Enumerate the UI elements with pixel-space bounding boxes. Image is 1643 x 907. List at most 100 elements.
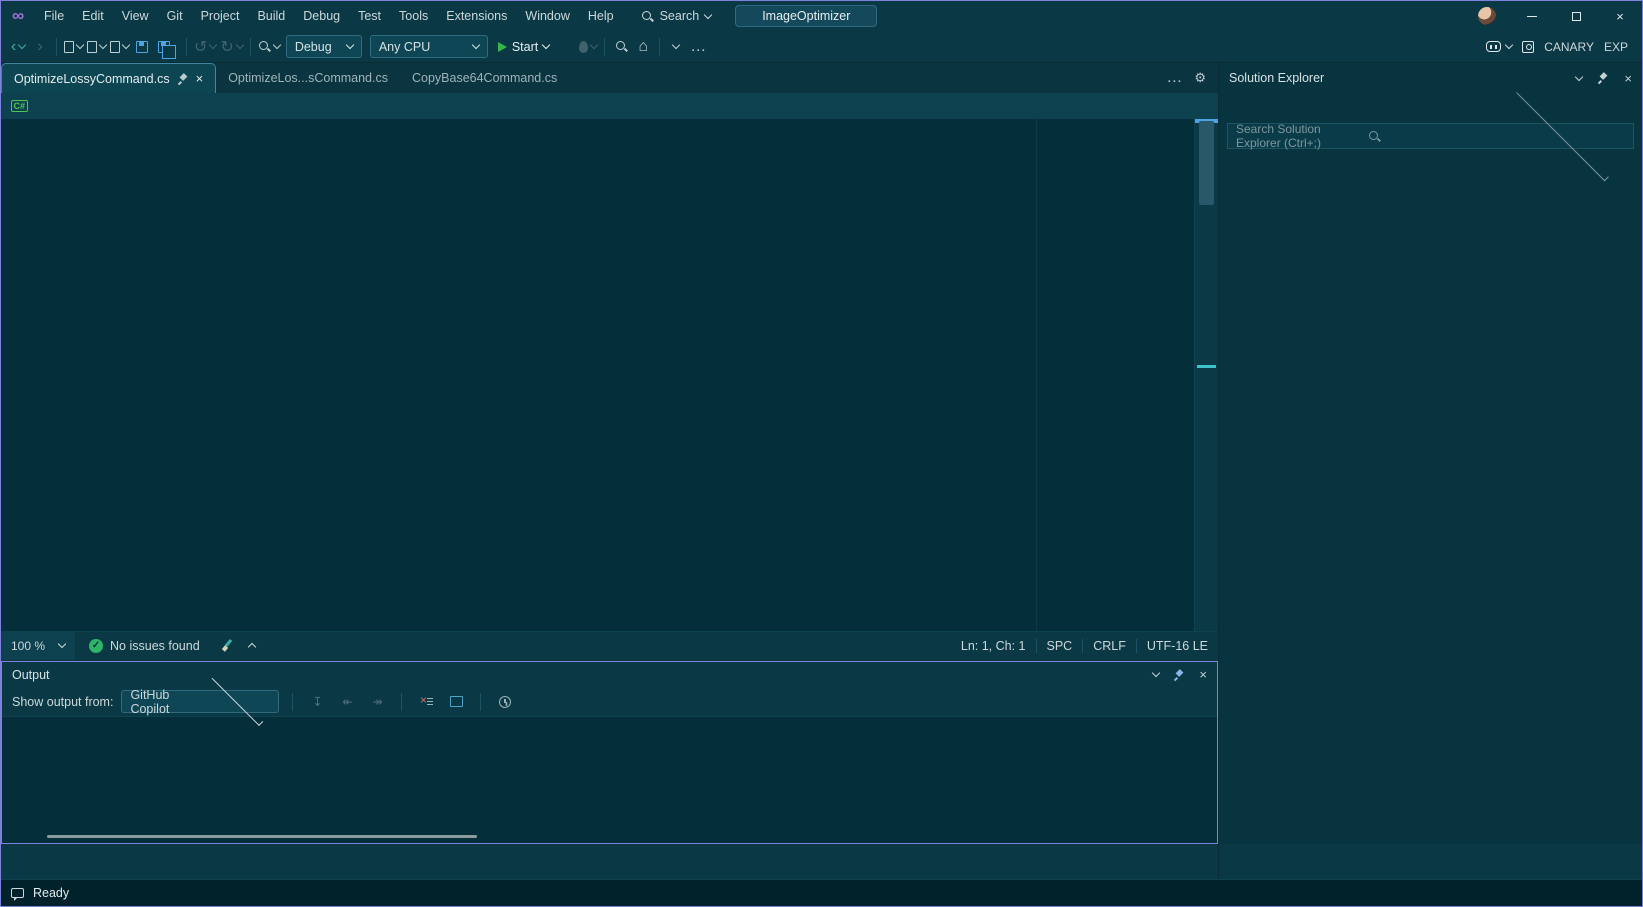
flame-button[interactable] [577, 35, 599, 59]
tab-label: OptimizeLossyCommand.cs [14, 72, 170, 86]
menu-item-debug[interactable]: Debug [294, 1, 349, 31]
copilot-button[interactable] [1486, 41, 1512, 52]
search-code-button[interactable] [256, 35, 282, 59]
main-toolbar: ‹› ↺ ↻ Debug Any CPU Start ⌂ … CANARY EXP [1, 31, 1642, 63]
menu-item-window[interactable]: Window [516, 1, 578, 31]
chevron-down-icon[interactable] [1575, 72, 1583, 80]
right-panel-tabs [1219, 844, 1642, 879]
close-icon[interactable]: × [1199, 668, 1207, 681]
editor-tab-copybase64command-cs[interactable]: CopyBase64Command.cs [400, 63, 569, 93]
search-placeholder: Search Solution Explorer (Ctrl+;) [1236, 122, 1360, 150]
show-output-from-label: Show output from: [12, 695, 113, 709]
menu-item-file[interactable]: File [35, 1, 73, 31]
find-in-files-icon [615, 40, 628, 53]
line-ending[interactable]: CRLF [1083, 639, 1136, 653]
menu-item-tools[interactable]: Tools [390, 1, 437, 31]
flame-icon [579, 41, 588, 53]
feedback-icon[interactable] [1522, 41, 1534, 53]
close-icon[interactable]: × [1624, 72, 1632, 85]
open-file-button[interactable] [85, 35, 108, 59]
save-all-button[interactable] [153, 35, 175, 59]
output-source-value: GitHub Copilot [130, 688, 196, 716]
debug-configuration-dropdown[interactable]: Debug [286, 35, 362, 58]
clear-all-icon[interactable] [415, 696, 437, 708]
breadcrumb-0[interactable]: C# [1, 93, 1218, 119]
find-in-files-button[interactable] [610, 35, 632, 59]
encoding[interactable]: UTF-16 LE [1137, 639, 1218, 653]
next-message-icon[interactable]: ↠ [366, 694, 388, 709]
indentation-mode[interactable]: SPC [1037, 639, 1083, 653]
new-file-button[interactable] [62, 35, 85, 59]
timestamp-icon[interactable] [494, 696, 516, 708]
play-outline-button[interactable] [555, 35, 577, 59]
home-window-button[interactable]: ⌂ [632, 35, 654, 59]
menu-item-git[interactable]: Git [158, 1, 192, 31]
keep-open-pin-icon[interactable] [177, 73, 189, 85]
toolbar-separator [186, 38, 187, 56]
nav-back-button[interactable]: ‹ [7, 35, 29, 59]
zoom-level: 100 % [11, 639, 45, 653]
tab-settings-gear-icon[interactable]: ⚙ [1194, 70, 1206, 86]
menu-item-test[interactable]: Test [349, 1, 390, 31]
undo-icon: ↺ [194, 37, 207, 57]
menu-item-edit[interactable]: Edit [73, 1, 113, 31]
toolbar-separator [56, 38, 57, 56]
feedback-bubble-icon[interactable] [11, 888, 24, 898]
menu-item-project[interactable]: Project [192, 1, 249, 31]
code-editor[interactable] [1, 119, 1218, 631]
new-file-icon [64, 41, 74, 53]
redo-button[interactable]: ↻ [218, 35, 244, 59]
zoom-dropdown[interactable]: 100 % [1, 632, 75, 660]
start-debug-button[interactable]: Start [492, 40, 555, 54]
pin-icon[interactable] [1173, 669, 1185, 681]
tab-overflow-ellipsis[interactable]: … [1166, 69, 1182, 87]
caret-position[interactable]: Ln: 1, Ch: 1 [951, 639, 1036, 653]
issues-status[interactable]: No issues found [110, 639, 200, 653]
pin-icon[interactable] [1597, 72, 1609, 84]
nav-forward-button[interactable]: › [29, 35, 51, 59]
menu-item-view[interactable]: View [113, 1, 158, 31]
window-title-box: ImageOptimizer [735, 5, 877, 27]
output-log[interactable] [2, 717, 1217, 831]
search-control[interactable]: Search [631, 9, 722, 23]
editor-status-bar: 100 % ✓ No issues found Ln: 1, Ch: 1 SPC… [1, 631, 1218, 659]
maximize-button[interactable] [1554, 1, 1598, 31]
menu-item-extensions[interactable]: Extensions [437, 1, 516, 31]
profile-badge-canary[interactable]: CANARY [1544, 40, 1594, 54]
editor-tab-optimizelossycommand-cs[interactable]: OptimizeLossyCommand.cs × [1, 63, 216, 93]
profile-badge-exp[interactable]: EXP [1604, 40, 1628, 54]
platform-dropdown[interactable]: Any CPU [370, 35, 488, 58]
new-item-button[interactable] [108, 35, 131, 59]
ready-status: Ready [33, 886, 69, 900]
chevron-down-button[interactable] [665, 35, 687, 59]
csharp-project-icon: C# [11, 100, 28, 112]
output-title-bar[interactable]: Output × [2, 662, 1217, 687]
code-cleanup-broom-icon[interactable] [222, 639, 235, 652]
prev-message-icon[interactable]: ↞ [336, 694, 358, 709]
user-avatar[interactable] [1478, 7, 1496, 25]
minimize-button[interactable] [1510, 1, 1554, 31]
save-button[interactable] [131, 35, 153, 59]
menu-item-build[interactable]: Build [248, 1, 294, 31]
chevron-up-icon[interactable] [247, 643, 255, 651]
close-button[interactable]: × [1598, 1, 1642, 31]
ellipsis-icon: … [690, 38, 706, 56]
tab-label: CopyBase64Command.cs [412, 71, 557, 85]
editor-tab-optimizelos---scommand-cs[interactable]: OptimizeLos...sCommand.cs [216, 63, 400, 93]
solution-explorer-header[interactable]: Solution Explorer × [1219, 63, 1642, 93]
output-horizontal-scrollbar[interactable] [2, 831, 1217, 843]
chevron-down-icon [472, 41, 480, 49]
close-tab-icon[interactable]: × [196, 72, 204, 85]
undo-button[interactable]: ↺ [192, 35, 218, 59]
ellipsis-button[interactable]: … [687, 35, 709, 59]
output-source-dropdown[interactable]: GitHub Copilot [121, 690, 279, 713]
chevron-down-icon[interactable] [1152, 669, 1160, 677]
editor-tab-row: OptimizeLossyCommand.cs × OptimizeLos...sC… [1, 63, 1218, 93]
chevron-down-icon [122, 41, 130, 49]
solution-explorer-search[interactable]: Search Solution Explorer (Ctrl+;) [1227, 123, 1634, 149]
menu-item-help[interactable]: Help [579, 1, 623, 31]
editor-vertical-scrollbar[interactable] [1194, 119, 1218, 631]
toggle-word-wrap-icon[interactable] [445, 696, 467, 707]
chevron-down-icon [18, 41, 26, 49]
goto-message-icon[interactable]: ↧ [306, 694, 328, 709]
